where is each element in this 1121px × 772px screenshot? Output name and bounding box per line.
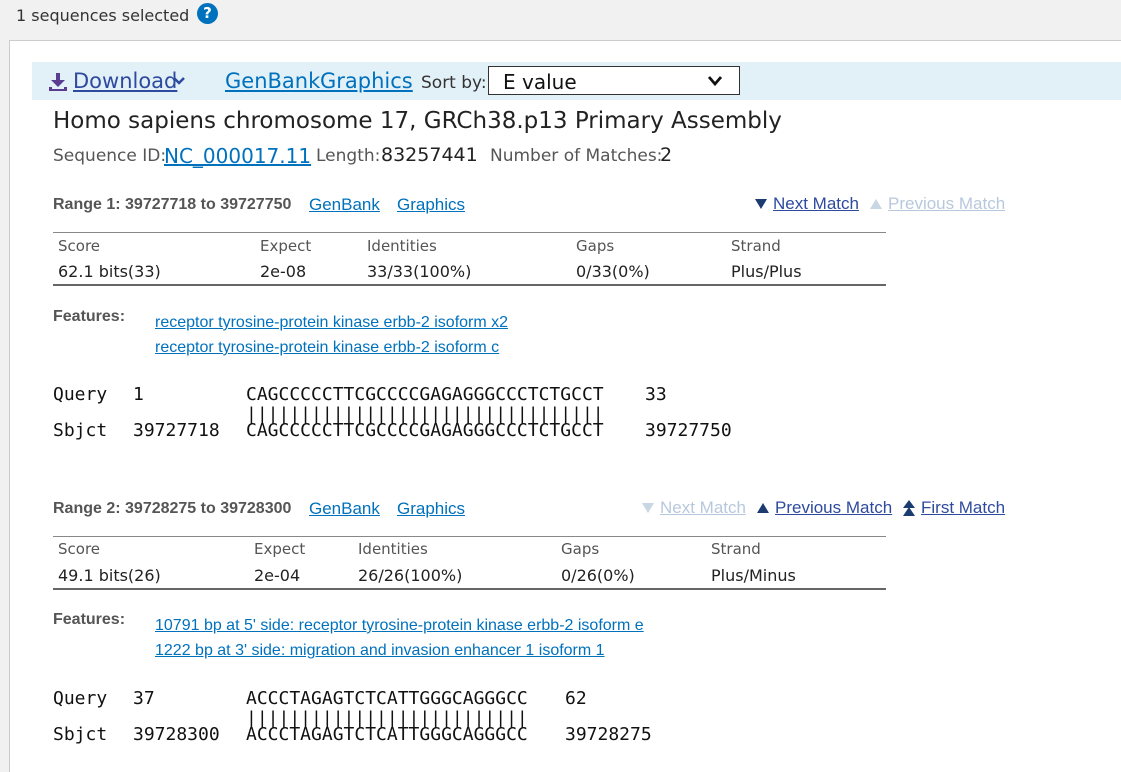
- score-header: Score: [58, 540, 101, 558]
- range-2-sbjct-seq: ACCCTAGAGTCTCATTGGGCAGGGCC: [246, 724, 528, 745]
- sort-select[interactable]: E value: [488, 66, 740, 95]
- sort-select-value: E value: [503, 70, 577, 94]
- range-2-features-label: Features:: [53, 611, 126, 628]
- identities-header: Identities: [367, 237, 437, 255]
- range-2-feature-link-2[interactable]: 1222 bp at 3' side: migration and invasi…: [155, 642, 605, 660]
- range-2-sbjct-label: Sbjct: [53, 724, 108, 745]
- triangle-up-icon: [757, 503, 769, 513]
- range-1-sbjct-end: 39727750: [645, 420, 732, 441]
- gaps-header: Gaps: [561, 540, 600, 558]
- range-2-identities: 26/26(100%): [358, 566, 463, 585]
- range-2-first-match-link[interactable]: First Match: [921, 498, 1005, 518]
- range-1-sbjct-label: Sbjct: [53, 420, 108, 441]
- range-2-sbjct-end: 39728275: [565, 724, 652, 745]
- range-2-query-seq: ACCCTAGAGTCTCATTGGGCAGGGCC: [246, 688, 528, 709]
- selection-bar: 1 sequences selected ?: [0, 0, 1121, 40]
- sort-by-label: Sort by:: [421, 73, 487, 93]
- genbank-link[interactable]: GenBank: [225, 69, 320, 93]
- range-1-query-end: 33: [645, 384, 667, 405]
- range-1-query-label: Query: [53, 384, 108, 405]
- selection-count-text: 1 sequences selected: [16, 6, 190, 25]
- length-label: Length:: [316, 146, 381, 166]
- range-2-label: Range 2: 39728275 to 39728300: [53, 500, 292, 517]
- gaps-header: Gaps: [576, 237, 615, 255]
- sequence-id-link[interactable]: NC_000017.11: [164, 144, 311, 168]
- range-1-query-start: 1: [133, 384, 144, 405]
- chevron-down-icon[interactable]: [172, 74, 186, 88]
- matches-value: 2: [660, 144, 673, 166]
- range-2-query-start: 37: [133, 688, 155, 709]
- expect-header: Expect: [260, 237, 312, 255]
- range-1-query-seq: CAGCCCCCTTCGCCCCGAGAGGGCCCTCTGCCT: [246, 384, 604, 405]
- range-2-query-end: 62: [565, 688, 587, 709]
- range-2-query-label: Query: [53, 688, 108, 709]
- download-icon[interactable]: [48, 72, 68, 92]
- range-2-score: 49.1 bits(26): [58, 566, 161, 585]
- range-2-gaps: 0/26(0%): [561, 566, 635, 585]
- range-1-sbjct-seq: CAGCCCCCTTCGCCCCGAGAGGGCCCTCTGCCT: [246, 420, 604, 441]
- range-1-identities: 33/33(100%): [367, 262, 472, 281]
- identities-header: Identities: [358, 540, 428, 558]
- triangle-up-icon: [870, 199, 882, 209]
- range-2-expect: 2e-04: [254, 566, 301, 585]
- range-1-next-match-link[interactable]: Next Match: [773, 194, 859, 214]
- score-header: Score: [58, 237, 101, 255]
- strand-header: Strand: [731, 237, 781, 255]
- range-2-graphics-link[interactable]: Graphics: [397, 499, 465, 519]
- expect-header: Expect: [254, 540, 306, 558]
- range-1-features-label: Features:: [53, 308, 126, 325]
- download-button[interactable]: Download: [73, 69, 177, 93]
- graphics-link[interactable]: Graphics: [320, 69, 413, 93]
- range-2-previous-match-link[interactable]: Previous Match: [775, 498, 892, 518]
- sequence-title: Homo sapiens chromosome 17, GRCh38.p13 P…: [53, 108, 782, 134]
- range-2-strand: Plus/Minus: [711, 566, 796, 585]
- range-1-genbank-link[interactable]: GenBank: [309, 195, 380, 215]
- range-2-next-match-link[interactable]: Next Match: [660, 498, 746, 518]
- chevron-down-icon: [707, 76, 723, 87]
- sequence-id-label: Sequence ID:: [53, 146, 167, 166]
- range-1-graphics-link[interactable]: Graphics: [397, 195, 465, 215]
- triangle-down-icon: [642, 503, 654, 513]
- range-1-expect: 2e-08: [260, 262, 307, 281]
- range-1-sbjct-start: 39727718: [133, 420, 220, 441]
- help-icon[interactable]: ?: [197, 3, 218, 24]
- triangle-down-icon: [755, 199, 767, 209]
- range-2-genbank-link[interactable]: GenBank: [309, 499, 380, 519]
- range-1-gaps: 0/33(0%): [576, 262, 650, 281]
- first-match-icon: [903, 500, 915, 516]
- range-2-sbjct-start: 39728300: [133, 724, 220, 745]
- matches-label: Number of Matches:: [490, 146, 663, 166]
- range-1-feature-link-2[interactable]: receptor tyrosine-protein kinase erbb-2 …: [155, 339, 499, 357]
- range-1-label: Range 1: 39727718 to 39727750: [53, 196, 292, 213]
- range-1-score: 62.1 bits(33): [58, 262, 161, 281]
- range-2-feature-link-1[interactable]: 10791 bp at 5' side: receptor tyrosine-p…: [155, 617, 644, 635]
- strand-header: Strand: [711, 540, 761, 558]
- range-1-previous-match-link[interactable]: Previous Match: [888, 194, 1005, 214]
- length-value: 83257441: [381, 144, 478, 166]
- range-1-strand: Plus/Plus: [731, 262, 802, 281]
- range-1-feature-link-1[interactable]: receptor tyrosine-protein kinase erbb-2 …: [155, 314, 508, 332]
